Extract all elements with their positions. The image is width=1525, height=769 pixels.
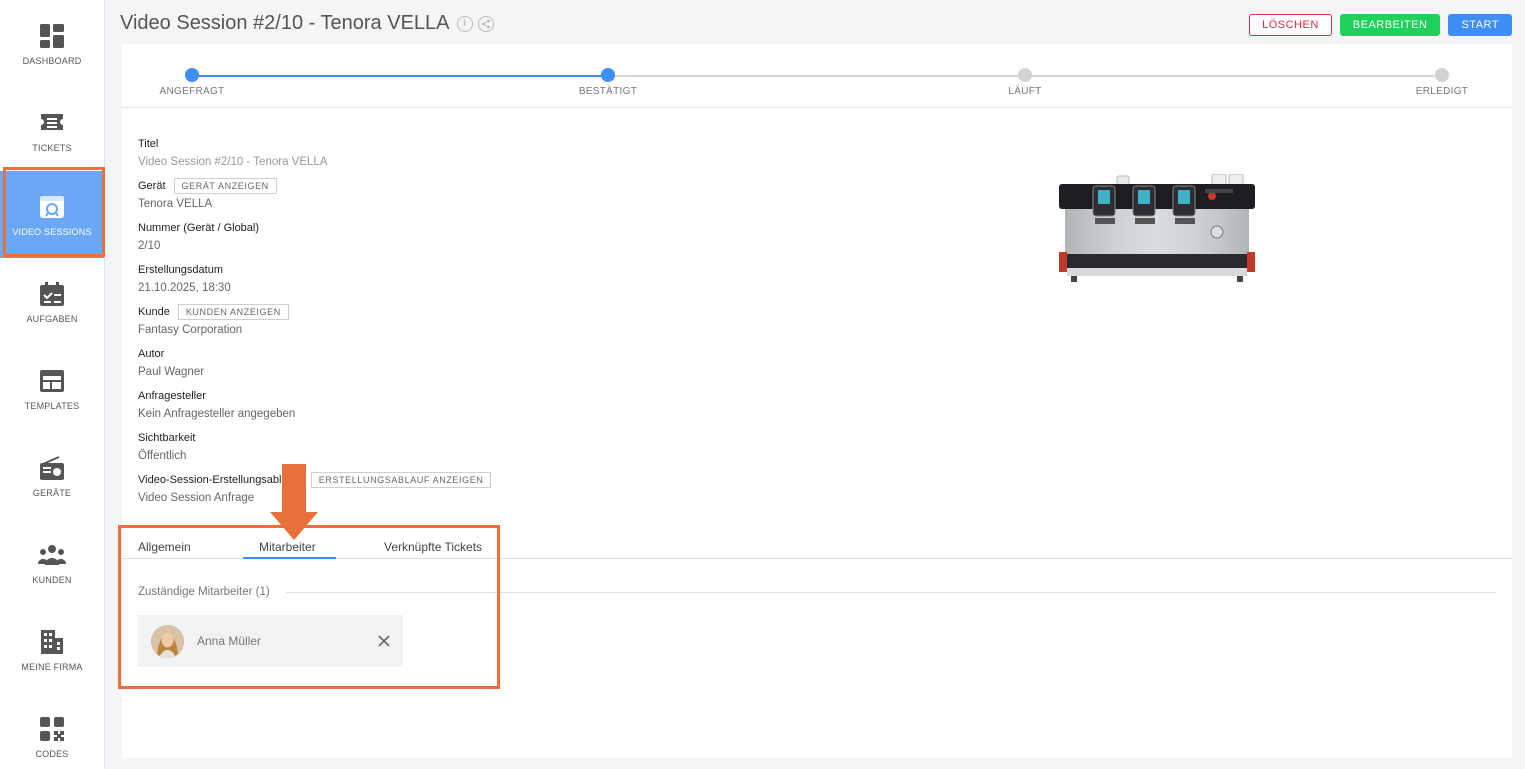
field-title: Titel Video Session #2/10 - Tenora VELLA xyxy=(138,136,738,172)
field-label: Nummer (Gerät / Global) xyxy=(138,222,260,234)
sidebar-item-geraete[interactable]: GERÄTE xyxy=(0,432,104,519)
field-label: Gerät xyxy=(138,180,166,192)
sidebar-item-label: TEMPLATES xyxy=(24,400,80,411)
step-dot xyxy=(1018,68,1032,82)
sidebar-item-aufgaben[interactable]: AUFGABEN xyxy=(0,258,104,345)
section-title: Zuständige Mitarbeiter (1) xyxy=(138,586,270,598)
assignee-card: Anna Müller xyxy=(138,615,403,667)
field-label: Kunde xyxy=(138,306,170,318)
tab-verknuepfte-tickets[interactable]: Verknüpfte Tickets xyxy=(384,540,482,554)
sidebar-item-templates[interactable]: TEMPLATES xyxy=(0,345,104,432)
sidebar-item-label: VIDEO SESSIONS xyxy=(12,226,92,237)
dashboard-icon xyxy=(38,22,66,50)
assignee-name: Anna Müller xyxy=(197,634,262,648)
field-number: Nummer (Gerät / Global) 2/10 xyxy=(138,220,738,256)
status-stepper: ANGEFRAGT BESTÄTIGT LÄUFT ERLEDIGT xyxy=(122,44,1512,108)
field-value: Video Session Anfrage xyxy=(138,492,255,504)
sidebar-item-label: GERÄTE xyxy=(32,487,72,498)
start-button[interactable]: START xyxy=(1448,14,1512,36)
field-creation-flow: Video-Session-Erstellungsablauf ERSTELLU… xyxy=(138,472,738,508)
show-creation-flow-button[interactable]: ERSTELLUNGSABLAUF ANZEIGEN xyxy=(310,472,492,488)
step-label: ERLEDIGT xyxy=(1415,86,1469,97)
stepper-progress-line xyxy=(192,75,608,77)
sidebar-item-kunden[interactable]: KUNDEN xyxy=(0,519,104,606)
tickets-icon xyxy=(38,109,66,137)
sidebar-item-label: TICKETS xyxy=(32,142,72,153)
step-dot xyxy=(185,68,199,82)
show-device-button[interactable]: GERÄT ANZEIGEN xyxy=(173,178,277,194)
field-device: Gerät GERÄT ANZEIGEN Tenora VELLA xyxy=(138,178,738,214)
sidebar-item-label: DASHBOARD xyxy=(22,55,82,66)
field-value: 2/10 xyxy=(138,240,161,252)
sidebar-item-label: KUNDEN xyxy=(32,574,72,585)
field-label: Sichtbarkeit xyxy=(138,432,196,444)
sidebar-item-tickets[interactable]: TICKETS xyxy=(0,87,104,174)
sidebar-item-video-sessions[interactable]: VIDEO SESSIONS xyxy=(0,171,104,258)
page-title: Video Session #2/10 - Tenora VELLA xyxy=(120,12,450,34)
sidebar-item-codes[interactable]: CODES xyxy=(0,693,104,769)
step-bestaetigt: BESTÄTIGT xyxy=(548,68,668,97)
step-label: BESTÄTIGT xyxy=(578,86,638,97)
field-label: Video-Session-Erstellungsablauf xyxy=(138,474,297,486)
tab-mitarbeiter[interactable]: Mitarbeiter xyxy=(259,540,316,554)
device-radio-icon xyxy=(38,454,66,482)
step-label: LÄUFT xyxy=(1008,86,1042,97)
step-erledigt: ERLEDIGT xyxy=(1382,68,1502,97)
remove-assignee-close-icon[interactable] xyxy=(375,632,393,650)
detail-tabs: Allgemein Mitarbeiter Verknüpfte Tickets xyxy=(122,534,1512,559)
field-value: Öffentlich xyxy=(138,450,187,462)
field-label: Autor xyxy=(138,348,165,360)
sidebar: DASHBOARD TICKETS VIDEO SESSIONS AUFGABE… xyxy=(0,0,105,769)
field-label: Anfragesteller xyxy=(138,390,206,402)
field-visibility: Sichtbarkeit Öffentlich xyxy=(138,430,738,466)
device-image xyxy=(1059,174,1255,282)
field-value: Kein Anfragesteller angegeben xyxy=(138,408,296,420)
staff-section-header: Zuständige Mitarbeiter (1) xyxy=(138,586,1496,598)
session-detail-card: ANGEFRAGT BESTÄTIGT LÄUFT ERLEDIGT Titel… xyxy=(122,44,1512,758)
field-author: Autor Paul Wagner xyxy=(138,346,738,382)
field-value: 21.10.2025, 18:30 xyxy=(138,282,231,294)
section-divider xyxy=(285,591,1496,593)
tasks-calendar-icon xyxy=(38,280,66,308)
field-value: Fantasy Corporation xyxy=(138,324,243,336)
qr-code-icon xyxy=(38,715,66,743)
field-value: Video Session #2/10 - Tenora VELLA xyxy=(138,156,328,168)
field-label: Erstellungsdatum xyxy=(138,264,223,276)
step-label: ANGEFRAGT xyxy=(159,86,225,97)
step-laeuft: LÄUFT xyxy=(965,68,1085,97)
field-value: Paul Wagner xyxy=(138,366,205,378)
field-value: Tenora VELLA xyxy=(138,198,213,210)
sidebar-item-meine-firma[interactable]: MEINE FIRMA xyxy=(0,606,104,693)
header-actions: LÖSCHEN BEARBEITEN START xyxy=(1249,14,1512,36)
delete-button[interactable]: LÖSCHEN xyxy=(1249,14,1332,36)
active-tab-indicator xyxy=(243,557,336,559)
show-customer-button[interactable]: KUNDEN ANZEIGEN xyxy=(177,304,289,320)
video-session-icon xyxy=(38,193,66,221)
sidebar-item-label: MEINE FIRMA xyxy=(21,661,83,672)
sidebar-item-dashboard[interactable]: DASHBOARD xyxy=(0,0,104,87)
company-building-icon xyxy=(38,628,66,656)
field-requester: Anfragesteller Kein Anfragesteller angeg… xyxy=(138,388,738,424)
templates-icon xyxy=(38,367,66,395)
edit-button[interactable]: BEARBEITEN xyxy=(1339,14,1441,36)
field-created: Erstellungsdatum 21.10.2025, 18:30 xyxy=(138,262,738,298)
step-angefragt: ANGEFRAGT xyxy=(132,68,252,97)
field-label: Titel xyxy=(138,138,159,150)
page-header: Video Session #2/10 - Tenora VELLA i xyxy=(120,12,494,35)
step-dot xyxy=(601,68,615,82)
tab-allgemein[interactable]: Allgemein xyxy=(138,540,191,554)
sidebar-item-label: CODES xyxy=(35,748,69,759)
step-dot xyxy=(1435,68,1449,82)
info-icon[interactable]: i xyxy=(456,15,473,32)
customers-icon xyxy=(38,541,66,569)
session-fields: Titel Video Session #2/10 - Tenora VELLA… xyxy=(138,136,738,514)
share-icon[interactable] xyxy=(477,15,494,32)
sidebar-item-label: AUFGABEN xyxy=(26,313,78,324)
avatar xyxy=(151,624,184,658)
field-customer: Kunde KUNDEN ANZEIGEN Fantasy Corporatio… xyxy=(138,304,738,340)
